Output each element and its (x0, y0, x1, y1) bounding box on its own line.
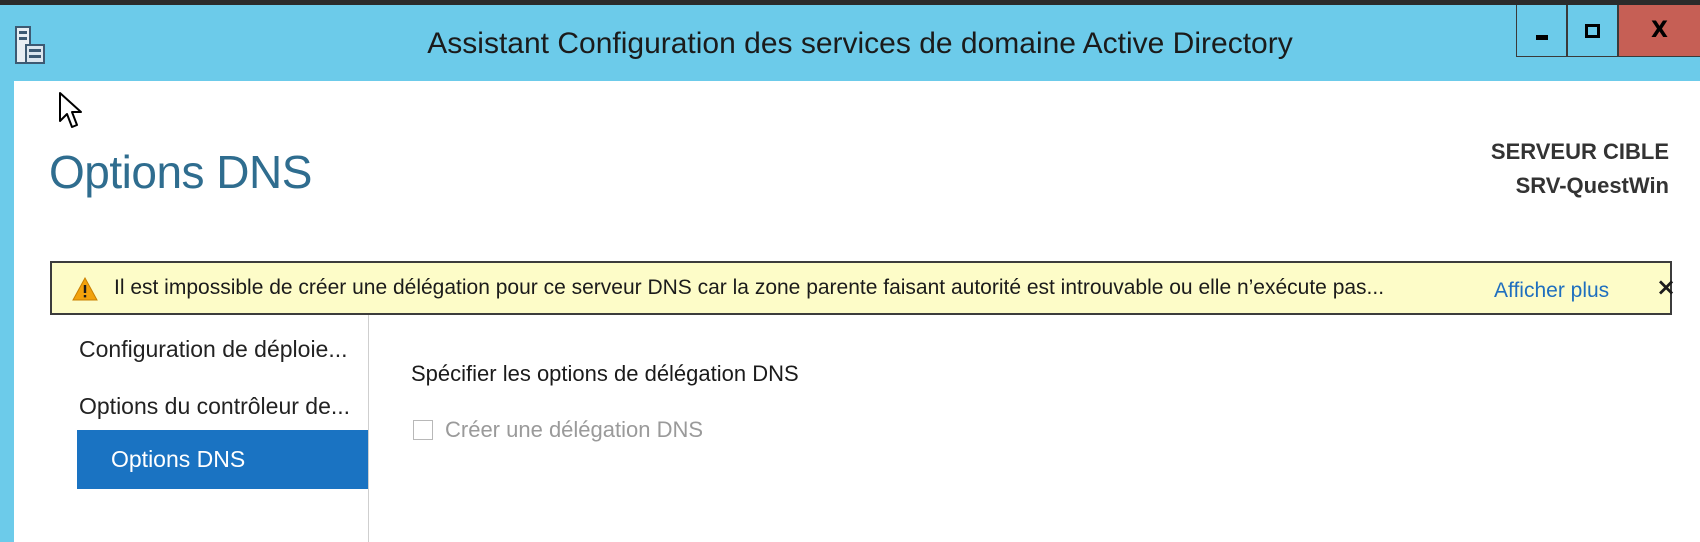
maximize-button[interactable] (1567, 5, 1618, 57)
minimize-icon (1535, 35, 1548, 40)
nav-item-deployment-configuration[interactable]: Configuration de déploie... (79, 336, 348, 363)
nav-item-label: Options DNS (111, 446, 246, 472)
wizard-window: Assistant Configuration des services de … (0, 5, 1700, 542)
warning-icon (72, 277, 98, 301)
nav-item-dns-options[interactable]: Options DNS (77, 430, 368, 489)
target-server-name: SRV-QuestWin (1515, 173, 1669, 198)
mouse-cursor-icon (59, 92, 82, 128)
target-server-label: SERVEUR CIBLE (1490, 139, 1669, 164)
checkbox-label: Créer une délégation DNS (445, 417, 704, 442)
wizard-nav: Configuration de déploie... Options du c… (49, 315, 369, 542)
nav-item-domain-controller-options[interactable]: Options du contrôleur de... (79, 393, 350, 420)
window-title: Assistant Configuration des services de … (427, 27, 1293, 60)
close-icon: X (1651, 18, 1668, 43)
warning-banner: Il est impossible de créer une délégatio… (50, 261, 1676, 315)
section-heading: Spécifier les options de délégation DNS (411, 361, 799, 386)
dismiss-warning-button[interactable]: × (1656, 273, 1676, 301)
maximize-icon (1585, 23, 1600, 38)
title-bar[interactable]: Assistant Configuration des services de … (0, 5, 1700, 81)
create-dns-delegation-checkbox[interactable] (413, 420, 433, 440)
minimize-button[interactable] (1516, 5, 1567, 57)
close-button[interactable]: X (1618, 5, 1700, 57)
show-more-link[interactable]: Afficher plus (1494, 279, 1609, 303)
warning-message: Il est impossible de créer une délégatio… (114, 276, 1385, 299)
page-title: Options DNS (49, 146, 312, 198)
create-dns-delegation-option[interactable]: Créer une délégation DNS (413, 417, 703, 443)
wizard-client-area: Options DNS SERVEUR CIBLE SRV-QuestWin I… (14, 81, 1700, 542)
